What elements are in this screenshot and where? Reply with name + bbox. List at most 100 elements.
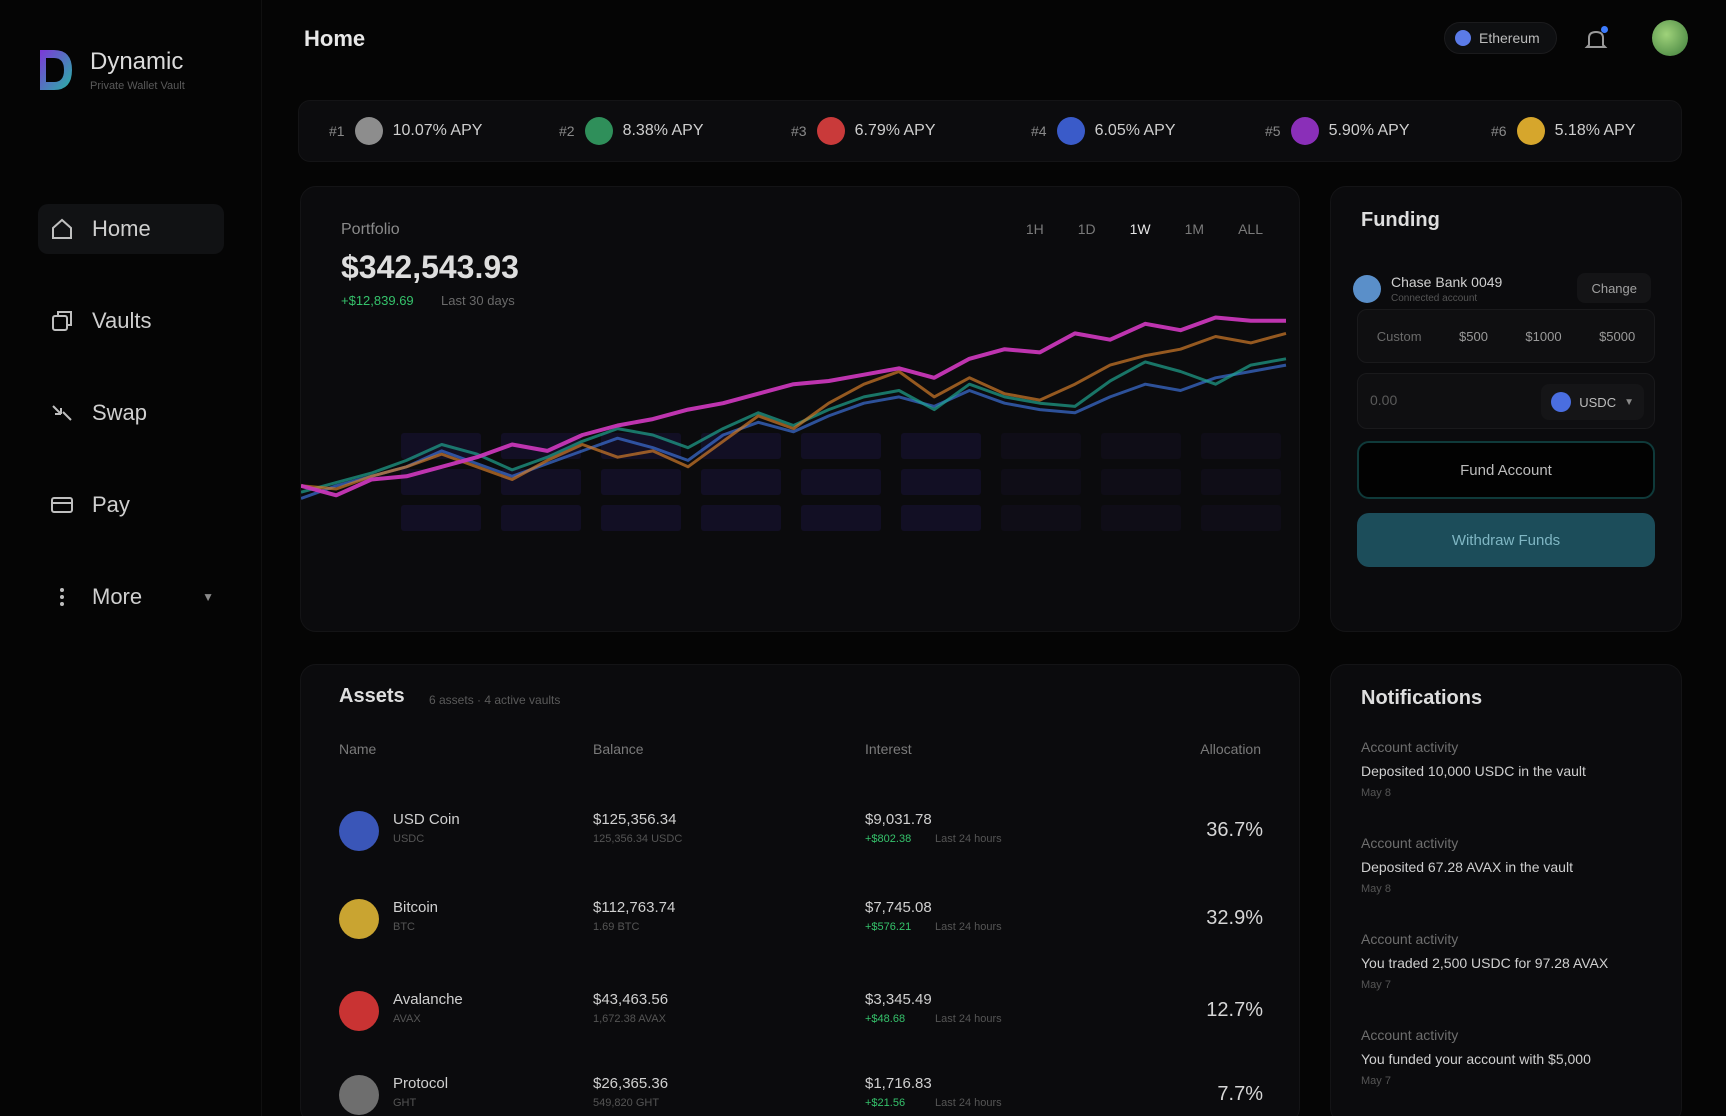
chevron-down-icon: ▼: [1624, 396, 1634, 408]
notifications-card: Notifications Account activity Deposited…: [1330, 664, 1682, 1116]
asset-interest: $1,716.83: [865, 1075, 932, 1092]
assets-card: Assets 6 assets · 4 active vaults Name B…: [300, 664, 1300, 1116]
assets-meta: 6 assets · 4 active vaults: [429, 693, 561, 707]
bank-name: Chase Bank 0049: [1391, 274, 1503, 290]
ticker-item[interactable]: #5 5.90% APY: [1265, 117, 1410, 145]
page-title: Home: [304, 26, 366, 51]
portfolio-value: $342,543.93: [341, 249, 519, 285]
notification-date: May 7: [1361, 979, 1391, 991]
sidebar-item-label: More: [92, 584, 143, 609]
chart-background-bar: [1101, 505, 1181, 531]
notification-type: Account activity: [1361, 931, 1459, 947]
ticker-item[interactable]: #1 10.07% APY: [329, 117, 482, 145]
chart-background-bar: [1001, 505, 1081, 531]
sidebar-item-label: Home: [92, 216, 151, 241]
range-all[interactable]: ALL: [1238, 221, 1263, 237]
notification-bell[interactable]: [1582, 26, 1610, 54]
sidebar-item-home[interactable]: Home: [38, 204, 224, 254]
notification-item[interactable]: Account activity You funded your account…: [1361, 1027, 1661, 1087]
withdraw-button[interactable]: Withdraw Funds: [1357, 513, 1655, 567]
home-icon: [50, 217, 74, 241]
asset-name: USD Coin: [393, 811, 460, 828]
range-1d[interactable]: 1D: [1078, 221, 1096, 237]
notification-type: Account activity: [1361, 739, 1459, 755]
chart-background-bar: [501, 505, 581, 531]
table-row[interactable]: USD Coin USDC $125,356.34 125,356.34 USD…: [301, 801, 1301, 871]
usdc-icon: [339, 811, 379, 851]
more-icon: [50, 585, 74, 609]
amount-1000[interactable]: $1000: [1515, 323, 1571, 350]
ticker-apy: 5.18% APY: [1554, 122, 1636, 139]
asset-allocation: 32.9%: [1206, 907, 1263, 929]
usdc-icon: [1551, 392, 1572, 412]
asset-name: Avalanche: [393, 991, 463, 1008]
ticker-item[interactable]: #2 8.38% APY: [559, 117, 704, 145]
amount-presets: Custom $500 $1000 $5000: [1357, 309, 1655, 363]
amount-5000[interactable]: $5000: [1589, 323, 1645, 350]
brand-tagline: Private Wallet Vault: [90, 80, 185, 92]
network-selector[interactable]: Ethereum: [1444, 22, 1557, 54]
chart-background-bar: [901, 505, 981, 531]
chart-background-bar: [1001, 469, 1081, 495]
portfolio-label: Portfolio: [341, 221, 400, 238]
avatar[interactable]: [1652, 20, 1688, 56]
ticker-rank: #1: [329, 123, 345, 139]
sidebar-item-vaults[interactable]: Vaults: [38, 296, 224, 346]
ticker-rank: #4: [1031, 123, 1047, 139]
notification-item[interactable]: Account activity You traded 2,500 USDC f…: [1361, 931, 1661, 991]
notification-date: May 7: [1361, 1075, 1391, 1087]
notification-item[interactable]: Account activity Deposited 10,000 USDC i…: [1361, 739, 1661, 799]
ticker-item[interactable]: #4 6.05% APY: [1031, 117, 1176, 145]
ticker-item[interactable]: #6 5.18% APY: [1491, 117, 1636, 145]
token-select[interactable]: USDC ▼: [1541, 384, 1644, 420]
ticker-item[interactable]: #3 6.79% APY: [791, 117, 936, 145]
sidebar-item-label: Pay: [92, 492, 130, 517]
notification-date: May 8: [1361, 883, 1391, 895]
notification-item[interactable]: Account activity Deposited 67.28 AVAX in…: [1361, 835, 1661, 895]
range-1m[interactable]: 1M: [1185, 221, 1204, 237]
asset-interest-period: Last 24 hours: [935, 921, 1002, 933]
asset-symbol: AVAX: [393, 1013, 421, 1025]
amount-500[interactable]: $500: [1449, 323, 1498, 350]
brand-logo-icon: [40, 50, 72, 90]
asset-symbol: GHT: [393, 1097, 417, 1109]
amount-custom[interactable]: Custom: [1367, 323, 1432, 350]
table-row[interactable]: Avalanche AVAX $43,463.56 1,672.38 AVAX …: [301, 981, 1301, 1051]
chart-background-bar: [701, 469, 781, 495]
chart-background-bar: [1101, 469, 1181, 495]
asset-name: Bitcoin: [393, 899, 439, 916]
column-header-name[interactable]: Name: [339, 741, 376, 757]
vault-icon: [50, 309, 74, 333]
btc-icon: [339, 899, 379, 939]
column-header-interest[interactable]: Interest: [865, 741, 912, 757]
apy-ticker: #1 10.07% APY #2 8.38% APY #3 6.79% APY …: [298, 100, 1682, 162]
chart-background-bar: [401, 505, 481, 531]
fund-account-button[interactable]: Fund Account: [1357, 441, 1655, 499]
brand[interactable]: Dynamic Private Wallet Vault: [36, 46, 185, 94]
range-1w[interactable]: 1W: [1130, 221, 1151, 237]
asset-balance: $112,763.74: [593, 899, 676, 916]
notification-message: Deposited 10,000 USDC in the vault: [1361, 763, 1586, 779]
asset-interest: $7,745.08: [865, 899, 932, 916]
portfolio-chart[interactable]: [301, 283, 1301, 623]
coin-icon: [1516, 117, 1545, 145]
coin-icon: [1056, 117, 1085, 145]
change-button[interactable]: Change: [1577, 273, 1651, 303]
chart-background-bar: [701, 433, 781, 459]
column-header-allocation[interactable]: Allocation: [1200, 741, 1261, 757]
chevron-down-icon: ▼: [202, 590, 214, 604]
sidebar-item-pay[interactable]: Pay: [38, 480, 224, 530]
table-row[interactable]: Bitcoin BTC $112,763.74 1.69 BTC $7,745.…: [301, 889, 1301, 959]
amount-field[interactable]: 0.00 USDC ▼: [1357, 373, 1655, 429]
range-1h[interactable]: 1H: [1026, 221, 1044, 237]
coin-icon: [584, 117, 613, 145]
table-row[interactable]: Protocol GHT $26,365.36 549,820 GHT $1,7…: [301, 1065, 1301, 1116]
notification-message: You funded your account with $5,000: [1361, 1051, 1591, 1067]
ticker-rank: #3: [791, 123, 807, 139]
sidebar-item-more[interactable]: More ▼: [38, 572, 224, 622]
sidebar-item-swap[interactable]: Swap: [38, 388, 224, 438]
sidebar-nav: Home Vaults Swap Pay More ▼: [38, 204, 224, 664]
asset-interest-period: Last 24 hours: [935, 833, 1002, 845]
network-label: Ethereum: [1479, 30, 1540, 46]
column-header-balance[interactable]: Balance: [593, 741, 644, 757]
